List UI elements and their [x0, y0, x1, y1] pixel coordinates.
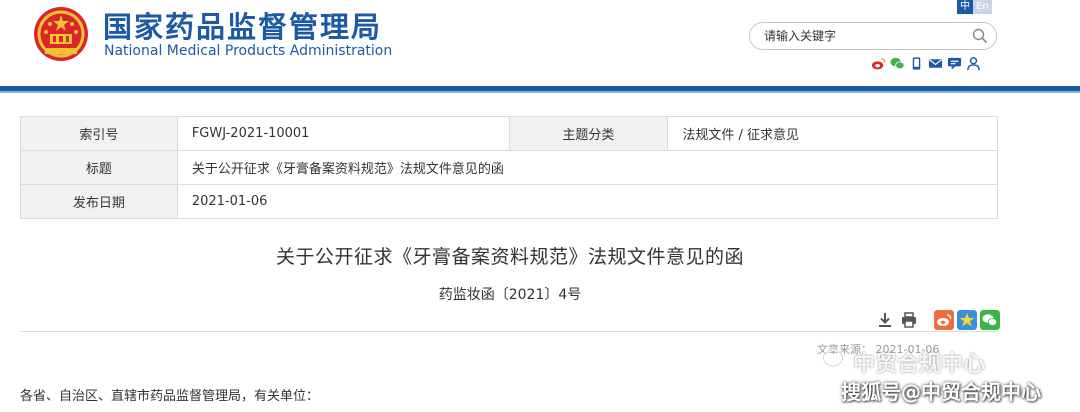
document-info-table: 索引号 FGWJ-2021-10001 主题分类 法规文件 / 征求意见 标题 … [20, 116, 999, 219]
weibo-icon[interactable] [871, 56, 886, 71]
content-divider [20, 331, 998, 332]
mobile-icon[interactable] [909, 56, 924, 71]
date-label: 发布日期 [20, 184, 178, 219]
header-divider-light [0, 91, 1080, 93]
print-icon[interactable] [900, 311, 918, 329]
mail-icon[interactable] [928, 56, 943, 71]
search-icon[interactable] [972, 28, 988, 44]
site-header: 国家药品监督管理局 National Medical Products Admi… [0, 0, 1080, 86]
topic-value: 法规文件 / 征求意见 [667, 116, 998, 151]
table-row: 索引号 FGWJ-2021-10001 主题分类 法规文件 / 征求意见 [20, 116, 998, 151]
weibo-share-icon[interactable] [934, 310, 954, 330]
title-label: 标题 [20, 150, 178, 185]
lang-zh-button[interactable]: 中 [957, 0, 973, 14]
language-switch: 中 En [957, 0, 992, 14]
site-title-cn[interactable]: 国家药品监督管理局 [103, 4, 382, 46]
table-row: 标题 关于公开征求《牙膏备案资料规范》法规文件意见的函 [20, 150, 999, 185]
search-box [749, 22, 997, 50]
social-links [871, 56, 981, 71]
table-row: 发布日期 2021-01-06 [20, 184, 999, 219]
download-icon[interactable] [876, 311, 894, 329]
document-number: 药监妆函〔2021〕4号 [438, 287, 582, 303]
topic-label: 主题分类 [508, 116, 669, 151]
document-tools [876, 310, 1000, 330]
site-title-en[interactable]: National Medical Products Administration [104, 43, 392, 59]
lang-en-button[interactable]: En [973, 0, 992, 14]
index-value: FGWJ-2021-10001 [176, 116, 510, 151]
index-label: 索引号 [20, 116, 178, 151]
wechat-watermark-logo [822, 349, 849, 370]
star-share-icon[interactable] [957, 310, 977, 330]
wechat-share-icon[interactable] [980, 310, 1000, 330]
share-buttons [934, 310, 1000, 330]
watermark-line1: 中贸合规中心 [853, 352, 986, 377]
title-value: 关于公开征求《牙膏备案资料规范》法规文件意见的函 [176, 150, 999, 185]
document-salutation: 各省、自治区、直辖市药品监督管理局，有关单位： [20, 389, 320, 404]
search-input[interactable] [764, 27, 964, 45]
date-value: 2021-01-06 [176, 184, 999, 219]
watermark-line2: 搜狐号@中贸合规中心 [841, 380, 1041, 404]
user-icon[interactable] [966, 56, 981, 71]
national-emblem-logo[interactable] [33, 6, 89, 62]
wechat-icon[interactable] [890, 56, 905, 71]
document-title: 关于公开征求《牙膏备案资料规范》法规文件意见的函 [275, 246, 744, 268]
chat-icon[interactable] [947, 56, 962, 71]
